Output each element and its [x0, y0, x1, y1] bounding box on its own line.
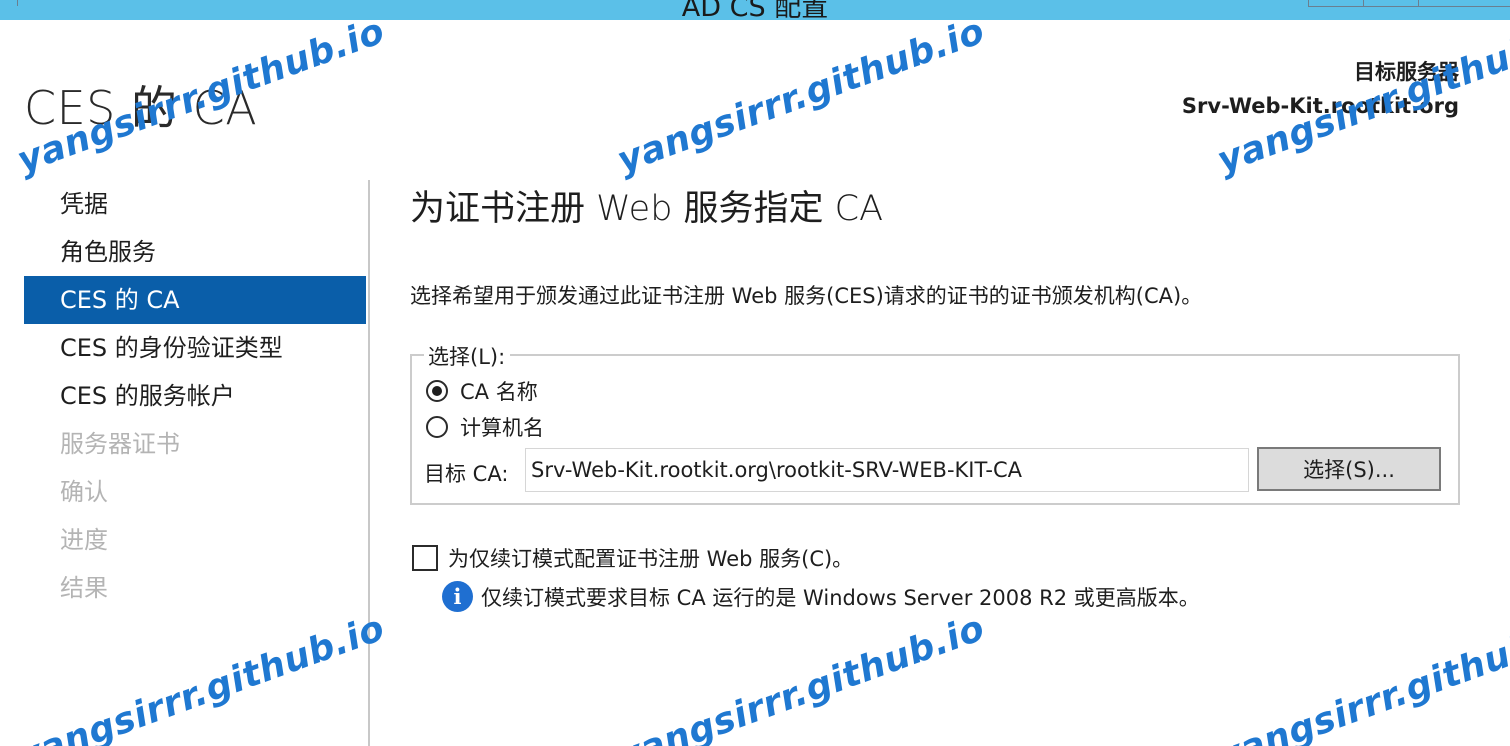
page-title: CES 的 CA: [24, 81, 258, 135]
title-bar: AD CS 配置: [0, 0, 1510, 20]
nav-item-label: CES 的身份验证类型: [60, 334, 283, 362]
radio-label: 计算机名: [460, 416, 544, 440]
section-heading: 为证书注册 Web 服务指定 CA: [410, 189, 884, 229]
target-ca-label: 目标 CA:: [424, 462, 509, 486]
select-group-legend: 选择(L):: [424, 341, 511, 371]
select-groupbox: 选择(L): CA 名称 计算机名 目标 CA: 选择(S)...: [410, 341, 1460, 505]
radio-button[interactable]: [426, 416, 448, 438]
watermark-text: yangsirrr.github.io: [12, 607, 390, 746]
nav-item-label: 结果: [60, 574, 108, 602]
nav-item-label: 服务器证书: [60, 430, 180, 458]
window-title: AD CS 配置: [681, 0, 829, 20]
nav-item-progress: 进度: [24, 516, 366, 564]
renewal-only-label: 为仅续订模式配置证书注册 Web 服务(C)。: [448, 547, 854, 571]
target-server-label: 目标服务器: [1354, 60, 1459, 84]
target-ca-input[interactable]: [525, 448, 1249, 492]
nav-item-label: CES 的 CA: [60, 286, 180, 314]
target-server-name: Srv-Web-Kit.rootkit.org: [1181, 94, 1459, 118]
nav-item-server-certificate: 服务器证书: [24, 420, 366, 468]
info-message: i 仅续订模式要求目标 CA 运行的是 Windows Server 2008 …: [442, 581, 1200, 612]
wizard-nav: 凭据 角色服务 CES 的 CA CES 的身份验证类型 CES 的服务帐户 服…: [24, 180, 366, 612]
nav-item-label: CES 的服务帐户: [60, 382, 235, 410]
nav-item-credentials[interactable]: 凭据: [24, 180, 366, 228]
watermark-text: yangsirrr.github.io: [612, 607, 990, 746]
radio-button-checked[interactable]: [426, 380, 448, 402]
nav-item-label: 凭据: [60, 190, 108, 218]
renewal-only-checkbox[interactable]: [412, 545, 438, 571]
info-icon: i: [442, 581, 473, 612]
nav-item-label: 进度: [60, 526, 108, 554]
section-description: 选择希望用于颁发通过此证书注册 Web 服务(CES)请求的证书的证书颁发机构(…: [410, 284, 1203, 308]
nav-item-ces-auth-type[interactable]: CES 的身份验证类型: [24, 324, 366, 372]
close-button[interactable]: [1418, 0, 1510, 7]
radio-ca-name[interactable]: CA 名称: [426, 376, 538, 406]
maximize-button[interactable]: [1363, 0, 1419, 7]
renewal-only-option[interactable]: 为仅续订模式配置证书注册 Web 服务(C)。: [412, 543, 853, 573]
info-text: 仅续订模式要求目标 CA 运行的是 Windows Server 2008 R2…: [481, 585, 1200, 610]
nav-item-confirmation: 确认: [24, 468, 366, 516]
select-ca-button[interactable]: 选择(S)...: [1257, 447, 1441, 491]
minimize-button[interactable]: [1308, 0, 1364, 7]
nav-item-ces-service-account[interactable]: CES 的服务帐户: [24, 372, 366, 420]
nav-item-label: 确认: [60, 478, 108, 506]
nav-item-results: 结果: [24, 564, 366, 612]
nav-item-label: 角色服务: [60, 238, 156, 266]
radio-computer-name[interactable]: 计算机名: [426, 412, 544, 442]
watermark-text: yangsirrr.github.io: [1212, 607, 1510, 746]
nav-item-ces-ca[interactable]: CES 的 CA: [24, 276, 366, 324]
nav-divider: [368, 180, 370, 746]
radio-label: CA 名称: [460, 380, 538, 404]
nav-item-role-services[interactable]: 角色服务: [24, 228, 366, 276]
watermark-text: yangsirrr.github.io: [612, 10, 990, 182]
